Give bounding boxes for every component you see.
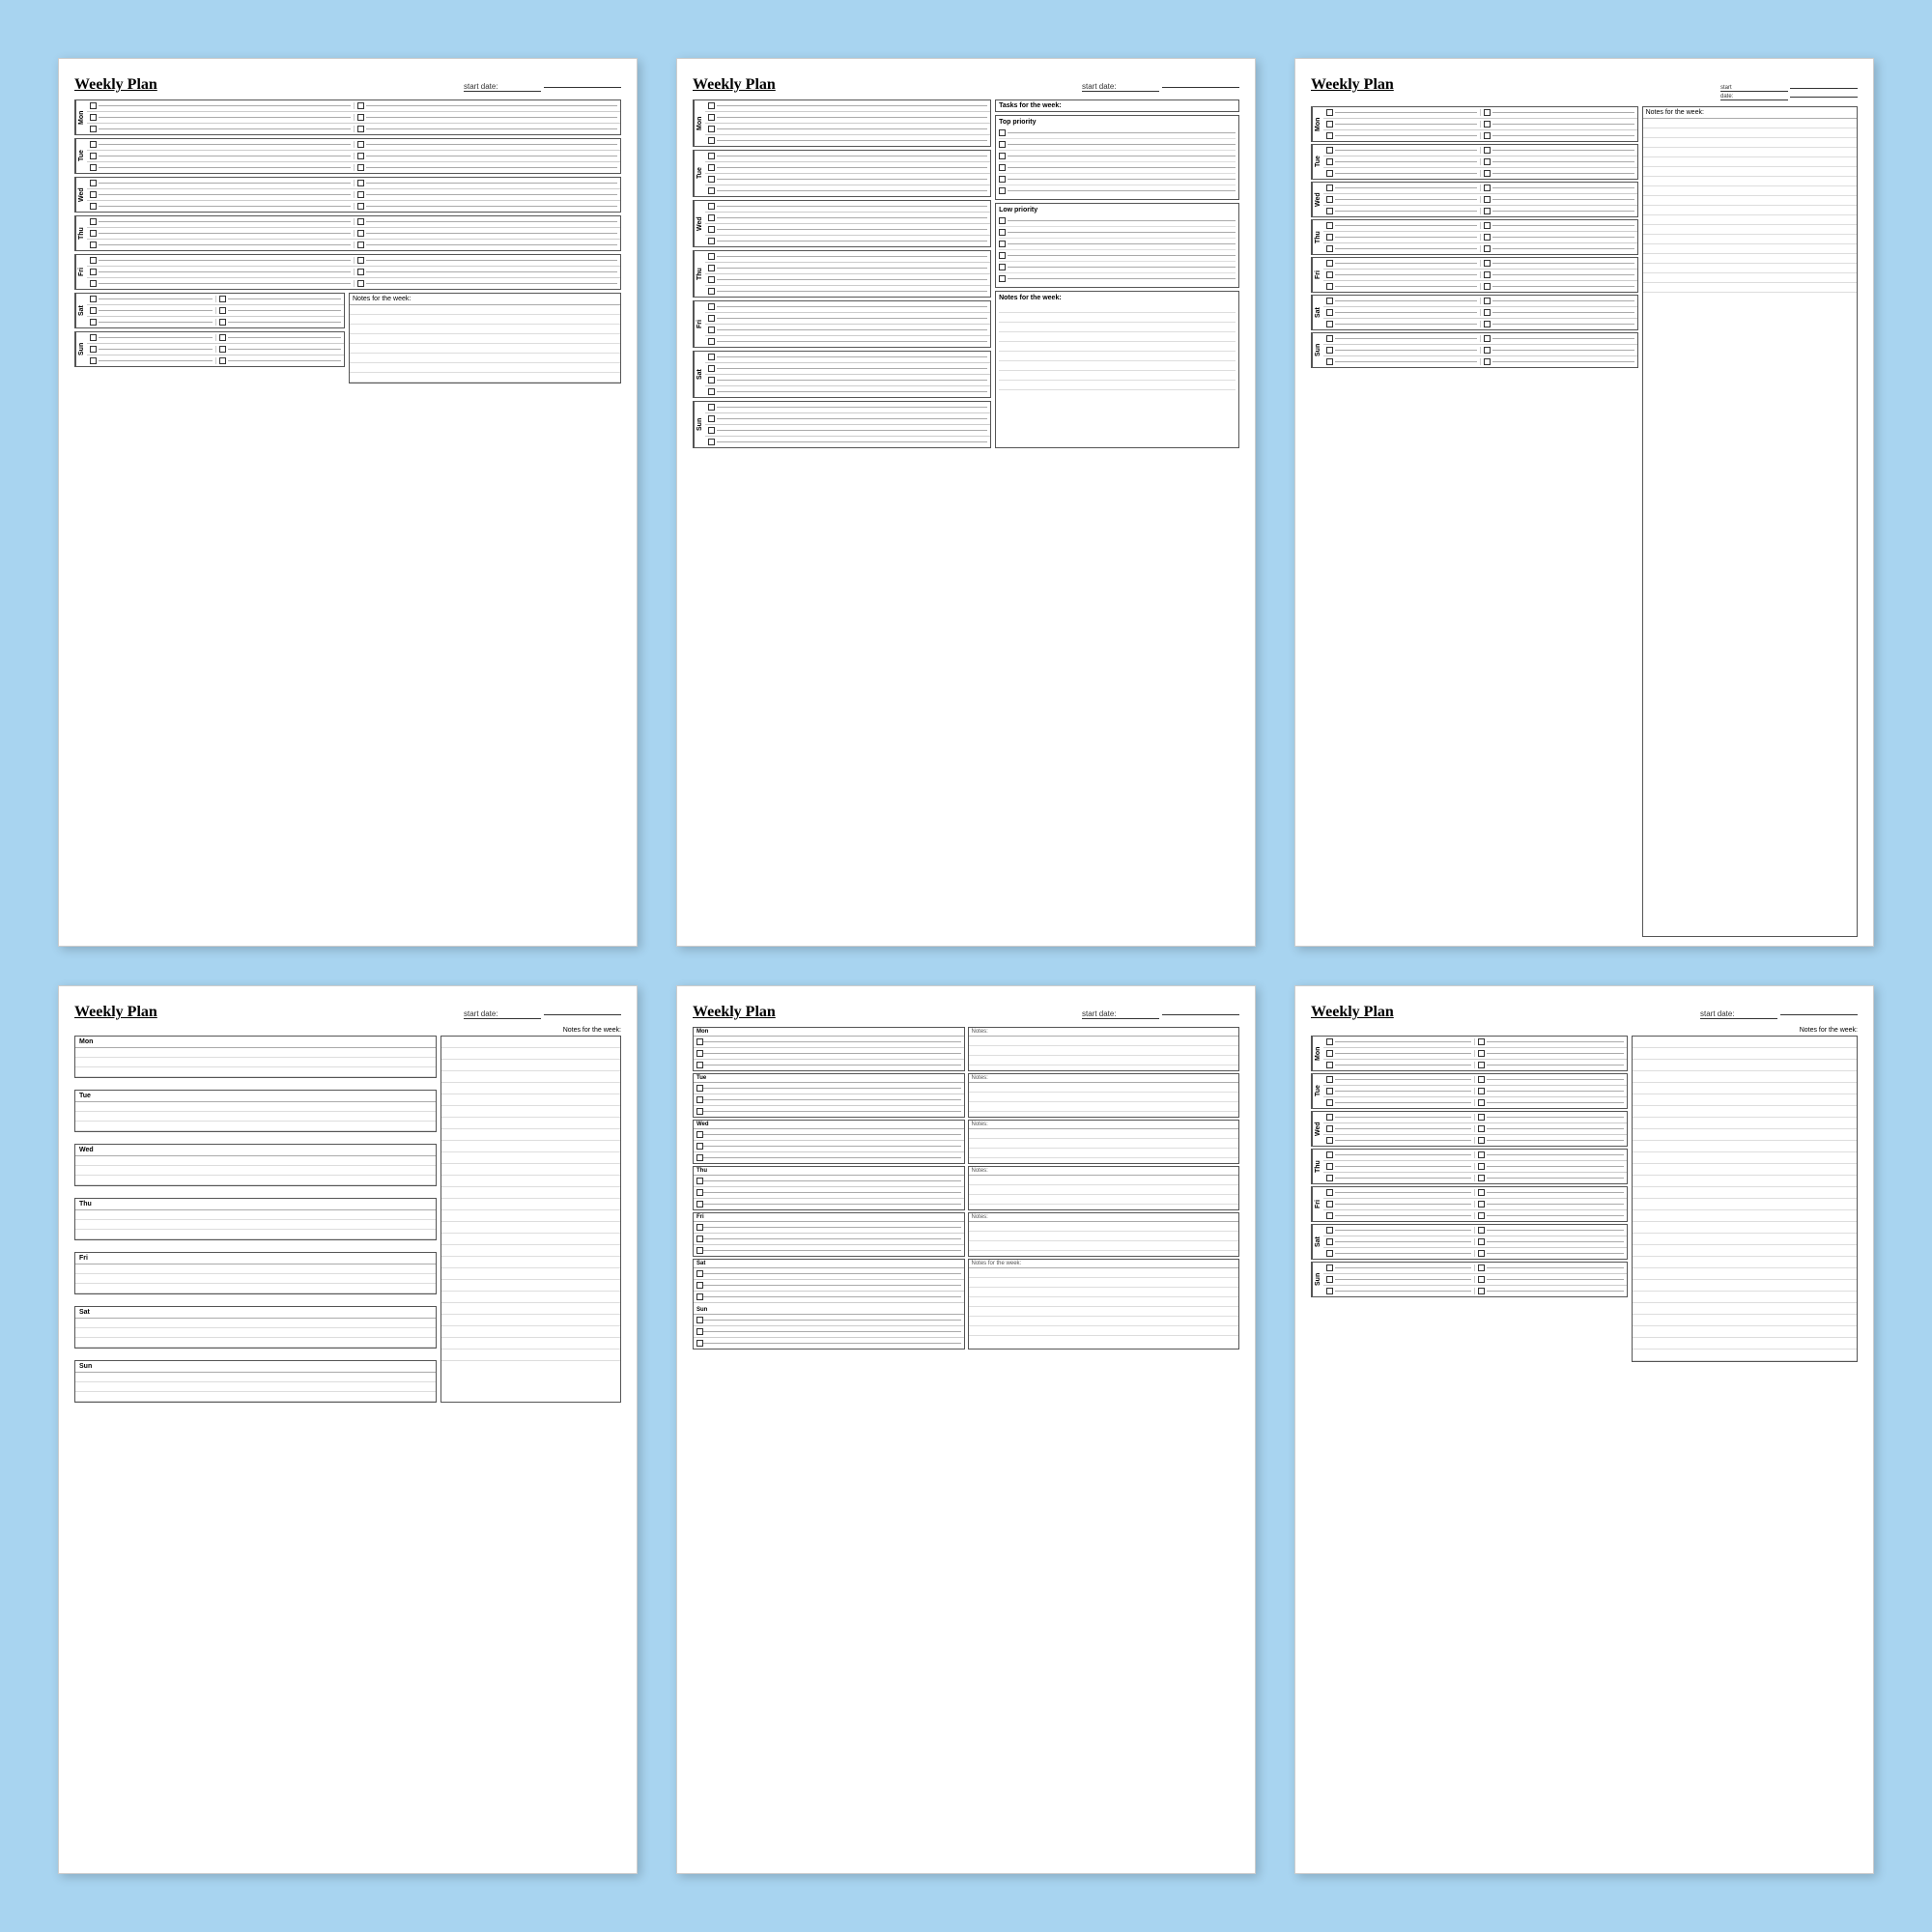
card4-tue: Tue (74, 1090, 437, 1132)
card4-sun: Sun (74, 1360, 437, 1403)
card1-thu: Thu (74, 215, 621, 251)
card1-sat: Sat (74, 293, 345, 328)
card2-fri: Fri (693, 300, 991, 348)
card2-sat: Sat (693, 351, 991, 398)
planner-card-4: Weekly Plan start date: Notes for the we… (58, 985, 638, 1874)
card3-header: Weekly Plan start date: (1311, 76, 1858, 100)
card5-mon: Mon Notes: (693, 1027, 1239, 1071)
card6-fri: Fri (1311, 1186, 1628, 1222)
card6-tue: Tue (1311, 1073, 1628, 1109)
card2-tasks-header: Tasks for the week: (995, 99, 1239, 112)
card2-body: Mon Tue Wed (693, 99, 1239, 448)
card6-thu: Thu (1311, 1149, 1628, 1184)
card3-fri: Fri (1311, 257, 1638, 293)
card4-notes (440, 1036, 621, 1403)
card3-sun: Sun (1311, 332, 1638, 368)
card4-mon: Mon (74, 1036, 437, 1078)
card1-mon: Mon (74, 99, 621, 135)
card6-days: Mon Tue (1311, 1036, 1628, 1362)
card2-notes: Notes for the week: (995, 291, 1239, 448)
card1-header: Weekly Plan start date: (74, 76, 621, 94)
card3-title: Weekly Plan (1311, 76, 1394, 94)
card3-notes-right: Notes for the week: (1642, 106, 1858, 937)
card6-wed: Wed (1311, 1111, 1628, 1147)
card3-notes-label: Notes for the week: (1643, 107, 1857, 119)
card3-start-date: start date: (1720, 85, 1858, 100)
card1-wed: Wed (74, 177, 621, 213)
planner-card-2: Weekly Plan start date: Mon Tue (676, 58, 1256, 947)
card5-sat: Sat Sun Notes for the week: (693, 1259, 1239, 1350)
card4-title: Weekly Plan (74, 1004, 157, 1021)
card5-title: Weekly Plan (693, 1004, 776, 1021)
card6-notes-top-label: Notes for the week: (1800, 1027, 1858, 1034)
card4-header: Weekly Plan start date: (74, 1004, 621, 1021)
card5-fri: Fri Notes: (693, 1212, 1239, 1257)
card3-days: Mon Tue (1311, 106, 1638, 937)
card2-mon: Mon (693, 99, 991, 147)
card1-title: Weekly Plan (74, 76, 157, 94)
card3-mon: Mon (1311, 106, 1638, 142)
card1-start-date: start date: (464, 82, 621, 92)
card2-thu: Thu (693, 250, 991, 298)
card2-tasks: Tasks for the week: Top priority Low pri… (995, 99, 1239, 448)
card6-header: Weekly Plan start date: (1311, 1004, 1858, 1021)
card2-days: Mon Tue Wed (693, 99, 991, 448)
card6-sat: Sat (1311, 1224, 1628, 1260)
card3-sat: Sat (1311, 295, 1638, 330)
card5-tue: Tue Notes: (693, 1073, 1239, 1118)
card1-body: Mon Tue (74, 99, 621, 384)
card4-fri: Fri (74, 1252, 437, 1294)
card4-thu: Thu (74, 1198, 437, 1240)
card3-tue: Tue (1311, 144, 1638, 180)
card4-notes-top-label: Notes for the week: (563, 1027, 621, 1034)
card4-days: Mon Tue Wed (74, 1036, 437, 1403)
card4-sat: Sat (74, 1306, 437, 1349)
card5-header: Weekly Plan start date: (693, 1004, 1239, 1021)
card6-start-date: start date: (1700, 1009, 1858, 1019)
card3-wed: Wed (1311, 182, 1638, 217)
card6-body: Mon Tue (1311, 1036, 1858, 1362)
card2-sun: Sun (693, 401, 991, 448)
card2-low-priority: Low priority (995, 203, 1239, 288)
planner-card-6: Weekly Plan start date: Notes for the we… (1294, 985, 1874, 1874)
card6-mon: Mon (1311, 1036, 1628, 1071)
card1-tue: Tue (74, 138, 621, 174)
card3-body: Mon Tue (1311, 106, 1858, 937)
card5-start-date: start date: (1082, 1009, 1239, 1019)
card4-body: Mon Tue Wed (74, 1036, 621, 1403)
card2-top-priority: Top priority (995, 115, 1239, 200)
card5-wed: Wed Notes: (693, 1120, 1239, 1164)
card2-header: Weekly Plan start date: (693, 76, 1239, 94)
card1-notes-label: Notes for the week: (350, 294, 620, 305)
card2-wed: Wed (693, 200, 991, 247)
card1-fri: Fri (74, 254, 621, 290)
card2-title: Weekly Plan (693, 76, 776, 94)
planner-card-5: Weekly Plan start date: Mon Notes: (676, 985, 1256, 1874)
planner-card-1: Weekly Plan start date: Mon (58, 58, 638, 947)
card1-notes-box: Notes for the week: (349, 293, 621, 384)
card2-tue: Tue (693, 150, 991, 197)
card5-body: Mon Notes: Tue (693, 1027, 1239, 1350)
card6-title: Weekly Plan (1311, 1004, 1394, 1021)
card1-bottom: Sat (74, 293, 621, 384)
card6-sun: Sun (1311, 1262, 1628, 1297)
card4-start-date: start date: (464, 1009, 621, 1019)
card6-notes (1632, 1036, 1858, 1362)
card2-start-date: start date: (1082, 82, 1239, 92)
card5-thu: Thu Notes: (693, 1166, 1239, 1210)
planner-card-3: Weekly Plan start date: Mon (1294, 58, 1874, 947)
card4-wed: Wed (74, 1144, 437, 1186)
card1-sun: Sun (74, 331, 345, 367)
card3-thu: Thu (1311, 219, 1638, 255)
